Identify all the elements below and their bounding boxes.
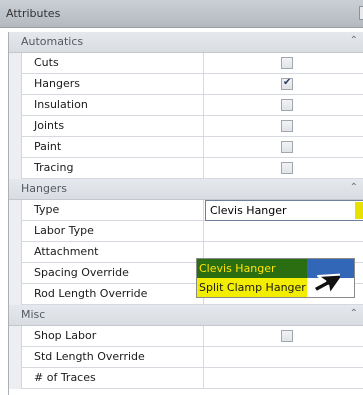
property-name: Labor Type <box>22 221 204 242</box>
checkbox-joints[interactable] <box>281 120 293 132</box>
category-label-hangers: Hangers <box>21 182 67 195</box>
property-name: Insulation <box>22 95 204 116</box>
property-row-number-of-traces[interactable]: # of Traces <box>9 368 363 389</box>
attributes-panel: Attributes Automatics ⌃ Cuts Hangers ✔ I… <box>0 0 363 395</box>
category-misc[interactable]: Misc ⌃ <box>9 305 363 326</box>
checkbox-shop-labor[interactable] <box>281 330 293 342</box>
title-button-icon[interactable] <box>359 6 363 20</box>
property-row-std-length-override[interactable]: Std Length Override <box>9 347 363 368</box>
property-row-hangers[interactable]: Hangers ✔ <box>9 74 363 95</box>
type-value: Clevis Hanger <box>210 204 287 217</box>
property-name: Type <box>22 200 204 221</box>
property-name: Rod Length Override <box>22 284 204 305</box>
window-title: Attributes <box>6 7 61 20</box>
property-name: # of Traces <box>22 368 204 389</box>
checkbox-tracing[interactable] <box>281 162 293 174</box>
title-bar: Attributes <box>0 0 363 28</box>
property-row-tracing[interactable]: Tracing <box>9 158 363 179</box>
category-hangers[interactable]: Hangers ⌃ <box>9 179 363 200</box>
property-row-type[interactable]: Type Clevis Hanger <box>9 200 363 221</box>
property-name: Tracing <box>22 158 204 179</box>
property-name: Std Length Override <box>22 347 204 368</box>
mouse-cursor-icon <box>312 273 340 294</box>
property-name: Attachment <box>22 242 204 263</box>
option-label: Split Clamp Hanger <box>197 278 307 297</box>
property-row-labor-type[interactable]: Labor Type <box>9 221 363 242</box>
chevron-up-icon[interactable]: ⌃ <box>350 182 358 193</box>
checkmark-icon: ✔ <box>283 77 292 88</box>
chevron-up-icon[interactable]: ⌃ <box>350 308 358 319</box>
property-row-joints[interactable]: Joints <box>9 116 363 137</box>
checkbox-insulation[interactable] <box>281 99 293 111</box>
property-name: Paint <box>22 137 204 158</box>
checkbox-hangers[interactable]: ✔ <box>281 77 293 90</box>
checkbox-cuts[interactable] <box>281 57 293 69</box>
property-row-insulation[interactable]: Insulation <box>9 95 363 116</box>
property-row-shop-labor[interactable]: Shop Labor <box>9 326 363 347</box>
property-name: Joints <box>22 116 204 137</box>
property-name: Cuts <box>22 53 204 74</box>
option-label: Clevis Hanger <box>197 259 307 278</box>
dropdown-arrow-icon[interactable] <box>355 202 363 219</box>
type-dropdown[interactable]: Clevis Hanger <box>205 200 363 221</box>
property-grid: Automatics ⌃ Cuts Hangers ✔ Insulation J… <box>8 32 363 395</box>
property-row-cuts[interactable]: Cuts <box>9 53 363 74</box>
category-automatics[interactable]: Automatics ⌃ <box>9 32 363 53</box>
property-row-paint[interactable]: Paint <box>9 137 363 158</box>
property-name: Spacing Override <box>22 263 204 284</box>
chevron-up-icon[interactable]: ⌃ <box>350 35 358 46</box>
category-label-automatics: Automatics <box>21 35 84 48</box>
category-label-misc: Misc <box>21 308 46 321</box>
checkbox-paint[interactable] <box>281 141 293 153</box>
property-name: Hangers <box>22 74 204 95</box>
property-name: Shop Labor <box>22 326 204 347</box>
